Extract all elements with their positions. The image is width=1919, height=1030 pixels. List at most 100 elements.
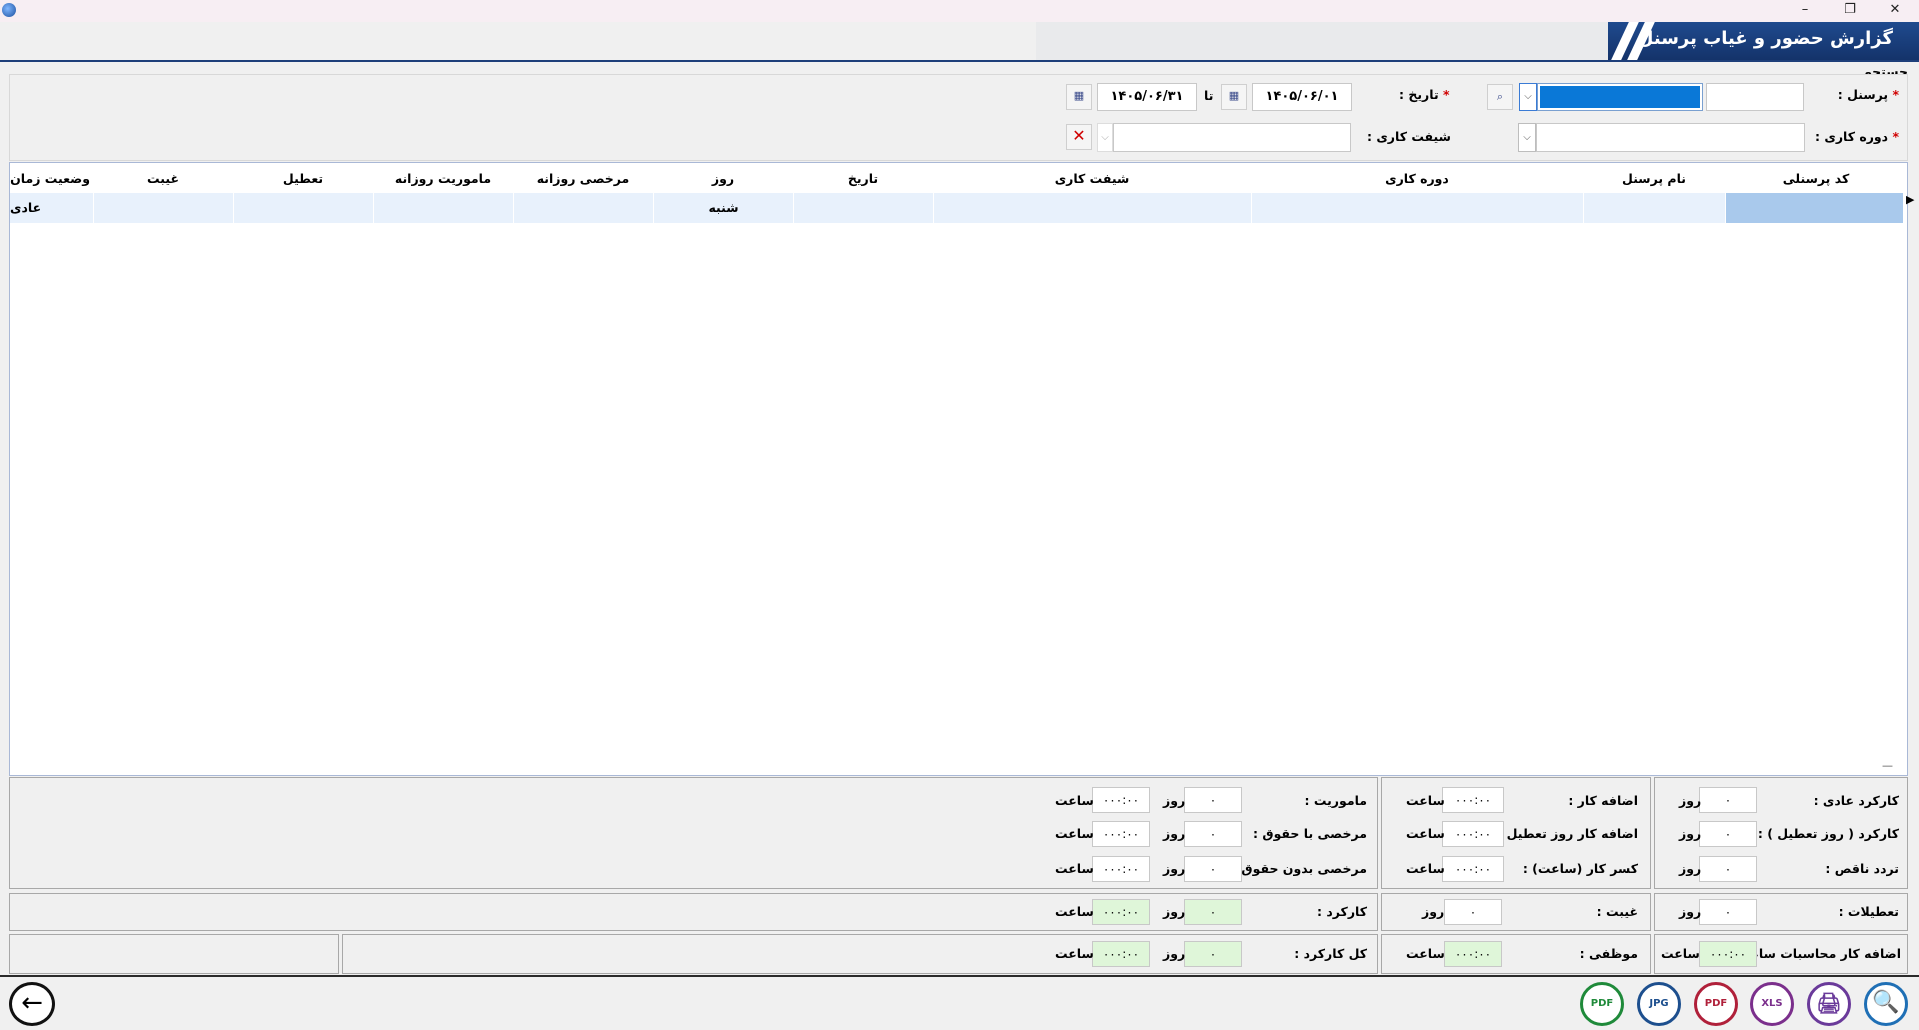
cell-day[interactable]: شنبه <box>654 193 794 223</box>
holiday-work-label: کارکرد ( روز تعطیل ) : <box>1757 826 1899 841</box>
date-from-calendar-icon[interactable]: ▦ <box>1221 84 1247 110</box>
cell-personnel-name[interactable] <box>1584 193 1726 223</box>
work-period-dropdown-icon[interactable]: ⌵ <box>1518 123 1536 152</box>
personnel-label: * پرسنل : <box>1837 87 1899 102</box>
close-button[interactable]: ✕ <box>1875 0 1915 22</box>
row-indicator-icon: ▶ <box>1906 193 1915 206</box>
deficit-hours[interactable]: ۰۰۰:۰۰ <box>1442 856 1504 882</box>
hour-unit: ساعت <box>1055 861 1094 876</box>
work-shift-dropdown-icon[interactable]: ⌵ <box>1097 123 1113 152</box>
back-arrow-icon[interactable]: ← <box>9 982 55 1026</box>
date-to-calendar-icon[interactable]: ▦ <box>1066 84 1092 110</box>
col-header-work-shift[interactable]: شیفت کاری <box>934 171 1250 189</box>
col-header-personnel-code[interactable]: کد پرسنلی <box>1726 171 1906 189</box>
search-icon[interactable]: 🔍 <box>1864 982 1908 1026</box>
col-header-day[interactable]: روز <box>654 171 792 189</box>
hourly-overtime-panel: اضافه کار محاسبات ساعتی: ۰۰۰:۰۰ ساعت <box>1654 934 1908 974</box>
hour-unit: ساعت <box>1055 904 1094 919</box>
work-panel: کارکرد : ۰ روز ۰۰۰:۰۰ ساعت <box>9 893 1378 931</box>
day-unit: روز <box>1163 861 1186 876</box>
col-header-personnel-name[interactable]: نام پرسنل <box>1584 171 1724 189</box>
work-days[interactable]: ۰ <box>1184 899 1242 925</box>
mandatory-hours[interactable]: ۰۰۰:۰۰ <box>1444 941 1502 967</box>
col-header-date[interactable]: تاریخ <box>794 171 932 189</box>
personnel-dropdown-icon[interactable]: ⌵ <box>1519 83 1537 111</box>
mandatory-label: موظفی : <box>1579 946 1638 961</box>
total-work-hours[interactable]: ۰۰۰:۰۰ <box>1092 941 1150 967</box>
hour-unit: ساعت <box>1406 861 1445 876</box>
mandatory-panel: موظفی : ۰۰۰:۰۰ ساعت <box>1381 934 1651 974</box>
day-unit: روز <box>1163 904 1186 919</box>
unpaid-leave-days[interactable]: ۰ <box>1184 856 1242 882</box>
overtime-hours[interactable]: ۰۰۰:۰۰ <box>1442 787 1504 813</box>
export-jpg-icon[interactable]: JPG <box>1637 982 1681 1026</box>
day-unit: روز <box>1422 904 1445 919</box>
date-to-input[interactable]: ۱۴۰۵/۰۶/۳۱ <box>1097 83 1197 111</box>
date-to-label: تا <box>1204 88 1214 103</box>
work-hours[interactable]: ۰۰۰:۰۰ <box>1092 899 1150 925</box>
grid-resize-handle[interactable]: — <box>1882 759 1893 772</box>
overtime-holiday-hours[interactable]: ۰۰۰:۰۰ <box>1442 821 1504 847</box>
cell-status[interactable]: عادی <box>10 193 94 223</box>
paid-leave-hours[interactable]: ۰۰۰:۰۰ <box>1092 821 1150 847</box>
col-header-status[interactable]: وضعیت زمان و <box>10 171 90 189</box>
day-unit: روز <box>1163 826 1186 841</box>
col-header-absence[interactable]: غیبت <box>94 171 232 189</box>
day-unit: روز <box>1679 861 1702 876</box>
normal-work-days[interactable]: ۰ <box>1699 787 1757 813</box>
cell-holiday[interactable] <box>234 193 374 223</box>
cell-daily-mission[interactable] <box>374 193 514 223</box>
export-xls-icon[interactable]: XLS <box>1750 982 1794 1026</box>
hour-unit: ساعت <box>1406 793 1445 808</box>
normal-work-label: کارکرد عادی : <box>1813 793 1899 808</box>
work-period-select[interactable] <box>1536 123 1805 152</box>
minimize-button[interactable]: – <box>1785 0 1825 22</box>
cell-work-shift[interactable] <box>934 193 1252 223</box>
clear-shift-icon[interactable]: ✕ <box>1066 124 1092 150</box>
cell-personnel-code[interactable] <box>1726 193 1904 223</box>
incomplete-days[interactable]: ۰ <box>1699 856 1757 882</box>
footer-divider <box>0 975 1919 977</box>
header-light-panel <box>1036 22 1608 60</box>
export-pdf-icon[interactable]: PDF <box>1694 982 1738 1026</box>
empty-summary-panel <box>9 934 339 974</box>
mission-hours[interactable]: ۰۰۰:۰۰ <box>1092 787 1150 813</box>
absence-label: غیبت : <box>1596 904 1638 919</box>
unpaid-leave-hours[interactable]: ۰۰۰:۰۰ <box>1092 856 1150 882</box>
work-shift-label: شیفت کاری : <box>1367 129 1451 144</box>
holidays-days[interactable]: ۰ <box>1699 899 1757 925</box>
col-header-work-period[interactable]: دوره کاری <box>1252 171 1582 189</box>
hourly-overtime-hours[interactable]: ۰۰۰:۰۰ <box>1699 941 1757 967</box>
col-header-daily-mission[interactable]: ماموریت روزانه <box>374 171 512 189</box>
print-icon[interactable]: 🖨 <box>1807 982 1851 1026</box>
holiday-work-days[interactable]: ۰ <box>1699 821 1757 847</box>
personnel-select[interactable] <box>1537 83 1703 111</box>
absence-days[interactable]: ۰ <box>1444 899 1502 925</box>
cell-absence[interactable] <box>94 193 234 223</box>
cell-daily-leave[interactable] <box>514 193 654 223</box>
window-titlebar: – ❐ ✕ <box>0 0 1919 22</box>
incomplete-label: تردد ناقص : <box>1825 861 1899 876</box>
restore-button[interactable]: ❐ <box>1830 0 1870 22</box>
paid-leave-days[interactable]: ۰ <box>1184 821 1242 847</box>
col-header-holiday[interactable]: تعطیل <box>234 171 372 189</box>
attendance-grid[interactable]: کد پرسنلی نام پرسنل دوره کاری شیفت کاری … <box>9 162 1914 776</box>
total-work-days[interactable]: ۰ <box>1184 941 1242 967</box>
export-pdf-green-icon[interactable]: PDF <box>1580 982 1624 1026</box>
personnel-code-input[interactable] <box>1706 83 1804 111</box>
col-header-daily-leave[interactable]: مرخصی روزانه <box>514 171 652 189</box>
cell-work-period[interactable] <box>1252 193 1584 223</box>
hour-unit: ساعت <box>1055 793 1094 808</box>
work-label: کارکرد : <box>1317 904 1367 919</box>
day-unit: روز <box>1163 793 1186 808</box>
date-from-input[interactable]: ۱۴۰۵/۰۶/۰۱ <box>1252 83 1352 111</box>
work-period-label: * دوره کاری : <box>1815 129 1899 144</box>
personnel-search-icon[interactable]: ⌕ <box>1487 84 1513 110</box>
mission-days[interactable]: ۰ <box>1184 787 1242 813</box>
cell-date[interactable] <box>794 193 934 223</box>
personnel-select-highlight <box>1540 86 1700 108</box>
deficit-label: کسر کار (ساعت) : <box>1522 861 1638 876</box>
holidays-label: تعطیلات : <box>1838 904 1899 919</box>
date-label: * تاریخ : <box>1399 87 1450 102</box>
work-shift-select[interactable] <box>1113 123 1351 152</box>
